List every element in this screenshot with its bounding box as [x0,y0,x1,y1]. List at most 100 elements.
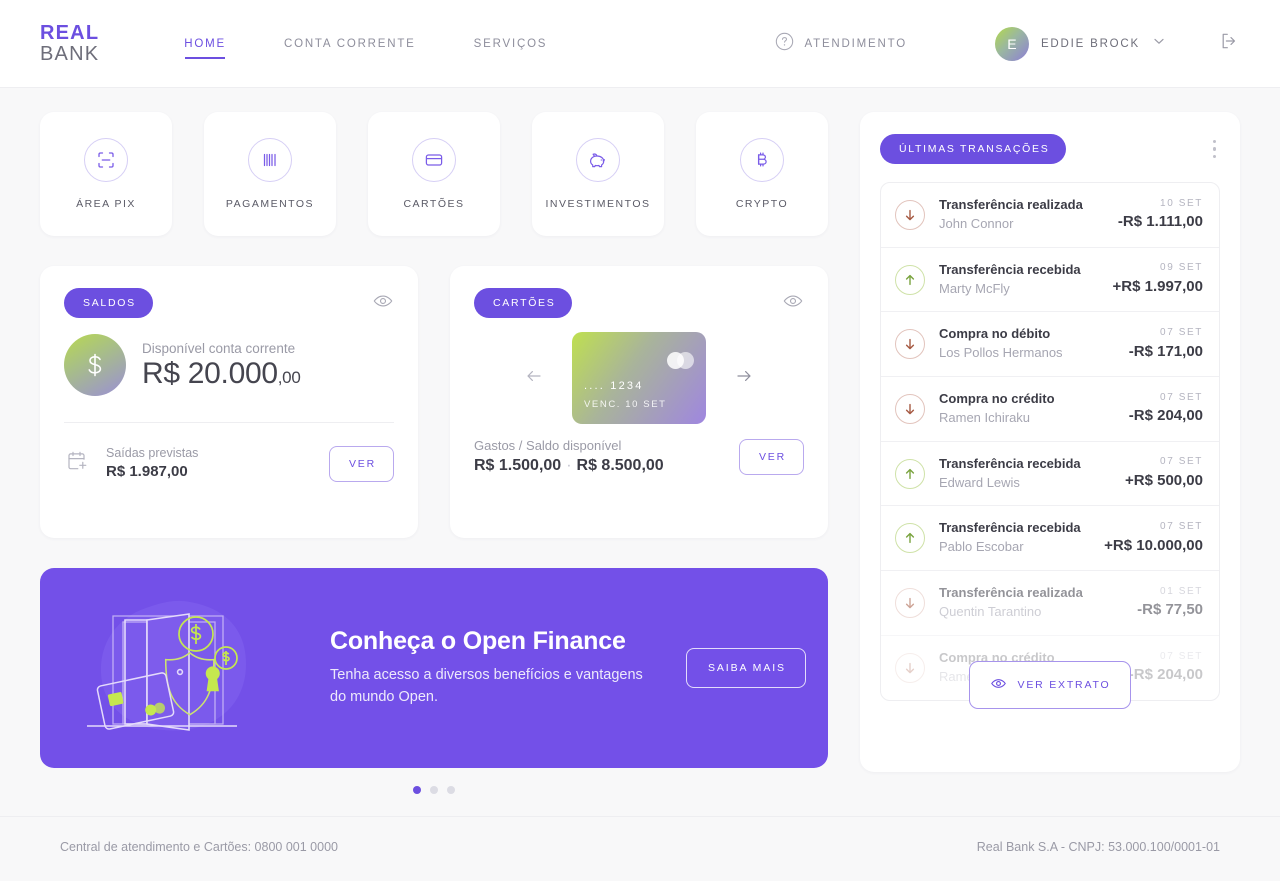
banner-title: Conheça o Open Finance [330,627,626,656]
cartoes-card-header: CARTÕES [474,288,804,318]
quick-action-investimentos[interactable]: INVESTIMENTOS [532,112,664,236]
transaction-amount: -R$ 171,00 [1128,342,1203,360]
banner-text-block: Conheça o Open Finance Tenha acesso a di… [330,627,660,709]
card-expiry: VENC. 10 SET [584,399,667,410]
transaction-amount: -R$ 1.111,00 [1117,213,1203,231]
arrow-down-icon [895,393,925,424]
quick-action-label: PAGAMENTOS [225,198,315,210]
transaction-title: Transferência realizada [939,585,1083,601]
transaction-counterparty: Los Pollos Hermanos [939,345,1063,361]
saldos-ver-button[interactable]: VER [329,445,394,482]
kebab-dot [1212,139,1216,144]
ver-extrato-label: VER EXTRATO [1017,678,1111,691]
transaction-meta: 07 SET -R$ 171,00 [1129,326,1203,362]
transaction-amount: -R$ 77,50 [1137,601,1203,619]
transaction-amount: +R$ 500,00 [1125,471,1203,489]
saldos-card: SALDOS Disponível conta corrente R$ 20.0… [40,266,418,538]
table-row[interactable]: Compra no débito Los Pollos Hermanos 07 … [881,312,1219,378]
transaction-meta: 09 SET +R$ 1.997,00 [1113,261,1204,297]
saldos-footer: Saídas previstas R$ 1.987,00 VER [64,423,394,482]
ver-extrato-wrapper: VER EXTRATO [880,660,1220,709]
saldos-body: Disponível conta corrente R$ 20.000,00 [64,334,394,396]
open-finance-banner[interactable]: Conheça o Open Finance Tenha acesso a di… [40,568,828,768]
credit-card-visual[interactable]: .... 1234 VENC. 10 SET [572,332,706,424]
transaction-title: Transferência realizada [939,197,1083,212]
cartoes-footer-values: R$ 1.500,00 · R$ 8.500,00 [474,457,664,475]
user-menu[interactable]: E EDDIE BROCK [994,26,1166,61]
arrow-right-icon [734,366,754,391]
main-nav: HOME CONTA CORRENTE SERVIÇOS [155,38,576,50]
user-name: EDDIE BROCK [1040,37,1140,50]
arrow-down-icon [895,587,925,618]
nav-item-home[interactable]: HOME [155,38,255,50]
brand-logo[interactable]: REAL BANK [40,23,99,64]
calendar-plus-icon [64,447,92,480]
table-row[interactable]: Transferência realizada Quentin Tarantin… [881,571,1219,636]
cartoes-available: R$ 8.500,00 [576,457,664,474]
quick-action-pagamentos[interactable]: PAGAMENTOS [204,112,336,236]
transaction-date: 09 SET [1160,262,1203,274]
chevron-down-icon [1152,34,1166,53]
arrow-up-icon [895,458,925,489]
transaction-date: 07 SET [1160,521,1203,533]
transaction-info: Transferência recebida Pablo Escobar [939,519,1090,557]
credit-card-icon [412,138,456,182]
logout-icon [1218,30,1240,57]
table-row[interactable]: Compra no crédito Ramen Ichiraku 07 SET … [881,377,1219,442]
dollar-icon [64,334,126,396]
balance-cards-row: SALDOS Disponível conta corrente R$ 20.0… [40,266,828,538]
banner-cta-button[interactable]: SAIBA MAIS [686,648,806,688]
transaction-date: 01 SET [1160,585,1203,597]
transaction-info: Compra no débito Los Pollos Hermanos [939,325,1115,363]
nav-item-servicos[interactable]: SERVIÇOS [445,38,577,50]
table-row[interactable]: Transferência recebida Pablo Escobar 07 … [881,506,1219,572]
saldos-available-label: Disponível conta corrente [142,341,296,356]
avatar: E [994,26,1029,61]
quick-action-label: ÁREA PIX [76,198,136,210]
quick-action-area-pix[interactable]: ÁREA PIX [40,112,172,236]
transactions-panel: ÚLTIMAS TRANSAÇÕES Transferência realiza… [860,112,1240,772]
page-content: ÁREA PIX PAGAMENTOS CARTÕES INVESTIMENTO… [0,88,1280,794]
kebab-menu-icon[interactable] [1209,136,1221,163]
table-row[interactable]: Transferência recebida Marty McFly 09 SE… [881,248,1219,313]
nav-item-conta-corrente[interactable]: CONTA CORRENTE [255,38,445,50]
transaction-title: Compra no crédito [939,391,1055,407]
quick-action-cartoes[interactable]: CARTÕES [368,112,500,236]
saldos-footer-value: R$ 1.987,00 [106,462,188,480]
carousel-dot-1[interactable] [413,786,421,794]
card-prev-button[interactable] [520,362,548,395]
right-column: ÚLTIMAS TRANSAÇÕES Transferência realiza… [860,112,1240,794]
support-button[interactable]: ATENDIMENTO [775,32,907,56]
arrow-left-icon [524,366,544,391]
transaction-meta: 10 SET -R$ 1.111,00 [1118,197,1203,233]
transactions-badge: ÚLTIMAS TRANSAÇÕES [880,134,1067,164]
transaction-date: 07 SET [1160,327,1203,339]
toggle-balance-visibility-button[interactable] [372,290,394,317]
toggle-card-visibility-button[interactable] [782,290,804,317]
bitcoin-icon [740,138,784,182]
carousel-dot-3[interactable] [447,786,455,794]
piggy-bank-icon [576,138,620,182]
logout-button[interactable] [1218,30,1240,57]
arrow-down-icon [895,329,925,360]
card-next-button[interactable] [730,362,758,395]
transaction-amount: -R$ 204,00 [1128,407,1203,425]
table-row[interactable]: Transferência realizada John Connor 10 S… [881,183,1219,248]
saldos-badge: SALDOS [64,288,153,318]
carousel-dots [40,786,828,794]
quick-action-label: CARTÕES [403,198,465,210]
kebab-dot [1212,154,1216,159]
app-header: REAL BANK HOME CONTA CORRENTE SERVIÇOS A… [0,0,1280,88]
quick-action-crypto[interactable]: CRYPTO [696,112,828,236]
saldos-card-header: SALDOS [64,288,394,318]
saldos-amount: R$ 20.000,00 [142,357,301,391]
ver-extrato-button[interactable]: VER EXTRATO [968,660,1132,709]
card-logo-circle-2 [677,352,694,369]
footer-contact: Central de atendimento e Cartões: 0800 0… [60,839,338,854]
transaction-counterparty: Marty McFly [939,280,1010,296]
carousel-dot-2[interactable] [430,786,438,794]
kebab-dot [1212,147,1216,151]
saldos-amount-main: R$ 20.000 [142,357,278,390]
cartoes-ver-button[interactable]: VER [739,438,804,475]
table-row[interactable]: Transferência recebida Edward Lewis 07 S… [881,442,1219,507]
